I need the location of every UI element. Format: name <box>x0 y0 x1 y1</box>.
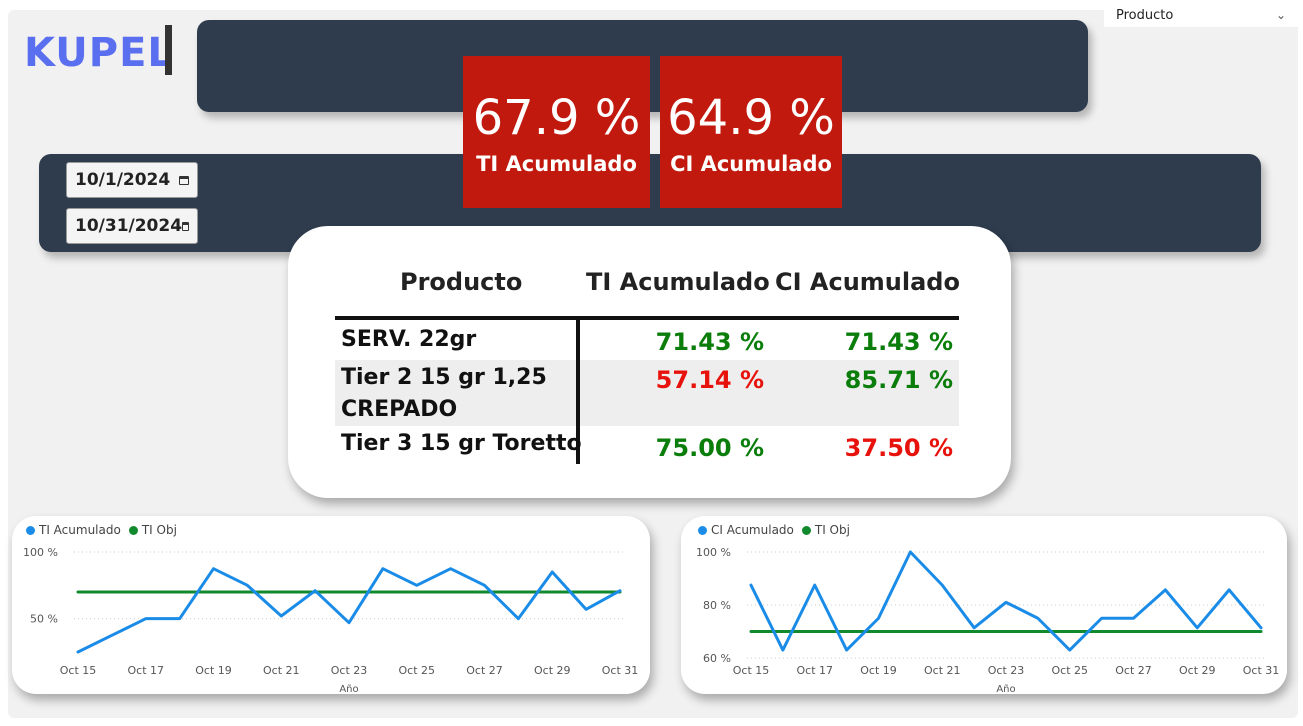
calendar-icon[interactable] <box>182 221 189 231</box>
legend-dot-ti-acumulado <box>26 525 35 535</box>
row-product-name-line1: Tier 2 15 gr 1,25 <box>341 365 547 390</box>
x-tick-label: Oct 25 <box>1051 664 1088 677</box>
x-tick-label: Oct 31 <box>1243 664 1280 677</box>
y-tick-label: 100 % <box>23 546 58 559</box>
product-slicer-dropdown[interactable]: Producto ⌄ <box>1104 3 1298 27</box>
legend-label-ci-acumulado: CI Acumulado <box>711 523 794 537</box>
x-axis-label: Año <box>339 684 358 694</box>
x-tick-label: Oct 19 <box>860 664 897 677</box>
x-tick-label: Oct 19 <box>195 664 232 677</box>
x-tick-label: Oct 17 <box>796 664 833 677</box>
x-tick-label: Oct 23 <box>331 664 368 677</box>
end-date-value: 10/31/2024 <box>75 216 183 236</box>
x-tick-label: Oct 21 <box>263 664 300 677</box>
table-row[interactable]: Tier 3 15 gr Toretto 75.00 % 37.50 % <box>335 428 959 464</box>
table-row[interactable]: SERV. 22gr 71.43 % 71.43 % <box>335 322 959 358</box>
kpi-ti-value: 67.9 % <box>472 90 641 146</box>
kupel-logo: KUPEL <box>24 30 174 76</box>
table-row[interactable]: Tier 2 15 gr 1,25 CREPADO 57.14 % 85.71 … <box>335 360 959 426</box>
ci-chart-legend: CI Acumulado TI Obj <box>698 523 850 537</box>
table-column-divider <box>576 320 580 464</box>
row-ti-value: 57.14 % <box>655 366 764 394</box>
legend-label-ti-obj: TI Obj <box>141 523 177 537</box>
logo-divider <box>165 25 172 75</box>
kpi-card-ci: 64.9 % CI Acumulado <box>660 56 842 208</box>
row-product-name: SERV. 22gr <box>341 327 477 352</box>
y-tick-label: 50 % <box>30 613 58 626</box>
x-tick-label: Oct 25 <box>398 664 435 677</box>
row-ci-value: 37.50 % <box>844 434 953 462</box>
ti-line-chart[interactable]: 50 % 100 % Oct 15 Oct 17 Oct 19 Oct 21 Oct 23 O… <box>12 516 650 694</box>
ti-line-chart-card: 50 % 100 % Oct 15 Oct 17 Oct 19 Oct 21 Oct 23 O… <box>12 516 650 694</box>
x-tick-label: Oct 21 <box>924 664 961 677</box>
kpi-card-ti: 67.9 % TI Acumulado <box>463 56 650 208</box>
ti-chart-legend: TI Acumulado TI Obj <box>26 523 177 537</box>
x-axis-label: Año <box>996 684 1015 694</box>
y-tick-label: 100 % <box>696 546 731 559</box>
row-ti-value: 71.43 % <box>655 328 764 356</box>
ci-line-chart-card: 60 % 80 % 100 % Oct 15 Oct 17 Oct 19 Oct 21 Oct… <box>681 516 1287 694</box>
x-tick-label: Oct 29 <box>1179 664 1216 677</box>
calendar-icon[interactable] <box>179 175 189 185</box>
kpi-ci-value: 64.9 % <box>667 90 835 146</box>
row-ci-value: 71.43 % <box>844 328 953 356</box>
ci-line-chart[interactable]: 60 % 80 % 100 % Oct 15 Oct 17 Oct 19 Oct 21 Oct… <box>681 516 1287 694</box>
report-canvas: Producto ⌄ KUPEL 10/1/2024 10/31/2024 67… <box>0 0 1303 726</box>
series-line-ti-acumulado <box>76 567 622 654</box>
row-product-name-line2: CREPADO <box>341 397 458 422</box>
start-date-input[interactable]: 10/1/2024 <box>66 162 198 198</box>
x-tick-label: Oct 23 <box>988 664 1025 677</box>
legend-dot-ti-obj <box>801 525 811 535</box>
kpi-ti-label: TI Acumulado <box>476 152 637 176</box>
table-header-rule <box>335 316 959 320</box>
x-tick-label: Oct 27 <box>1115 664 1152 677</box>
kpi-ci-label: CI Acumulado <box>670 152 832 176</box>
legend-label-ti-acumulado: TI Acumulado <box>39 523 121 537</box>
x-tick-label: Oct 17 <box>127 664 164 677</box>
row-ci-value: 85.71 % <box>844 366 953 394</box>
start-date-value: 10/1/2024 <box>75 170 171 190</box>
row-product-name: Tier 3 15 gr Toretto <box>341 431 582 456</box>
y-tick-label: 60 % <box>703 652 731 665</box>
x-tick-label: Oct 29 <box>534 664 571 677</box>
legend-label-ti-obj: TI Obj <box>814 523 850 537</box>
x-tick-label: Oct 31 <box>602 664 639 677</box>
x-tick-label: Oct 15 <box>733 664 770 677</box>
column-header-ci: CI Acumulado <box>775 268 960 296</box>
legend-dot-ci-acumulado <box>698 525 707 535</box>
legend-dot-ti-obj <box>128 525 138 535</box>
y-tick-label: 80 % <box>703 599 731 612</box>
column-header-producto: Producto <box>400 268 523 296</box>
product-slicer-label: Producto <box>1116 7 1174 23</box>
row-ti-value: 75.00 % <box>655 434 764 462</box>
x-tick-label: Oct 27 <box>466 664 503 677</box>
column-header-ti: TI Acumulado <box>586 268 770 296</box>
end-date-input[interactable]: 10/31/2024 <box>66 208 198 244</box>
x-tick-label: Oct 15 <box>60 664 97 677</box>
chevron-down-icon[interactable]: ⌄ <box>1276 8 1286 22</box>
series-line-ci-acumulado <box>749 550 1263 652</box>
